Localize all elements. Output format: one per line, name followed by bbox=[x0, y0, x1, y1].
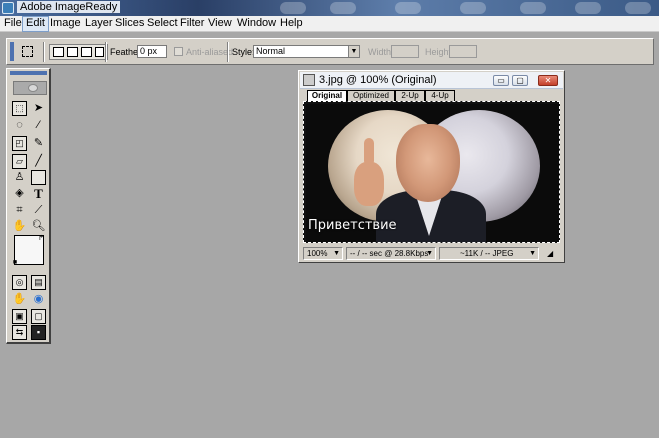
menu-layer[interactable]: Layer bbox=[82, 16, 116, 32]
taskbar-blob bbox=[330, 2, 356, 14]
menu-slices[interactable]: Slices bbox=[112, 16, 147, 32]
type-tool-icon[interactable]: T bbox=[31, 186, 46, 201]
resize-grip-icon[interactable]: ◢ bbox=[547, 249, 557, 259]
separator bbox=[227, 42, 229, 62]
eyedropper-tool-icon[interactable]: ⟋ bbox=[31, 203, 46, 218]
width-label: Width: bbox=[368, 47, 394, 57]
brush-tool-icon[interactable]: ╱ bbox=[31, 154, 46, 169]
slice-select-tool-icon[interactable]: ✎ bbox=[31, 136, 46, 151]
move-tool-icon[interactable]: ➤ bbox=[31, 101, 46, 116]
photo-hand bbox=[354, 162, 384, 206]
zoom-tool-icon[interactable]: 🔍︎ bbox=[31, 219, 46, 234]
chevron-down-icon[interactable]: ▼ bbox=[348, 46, 359, 57]
taskbar-blob bbox=[575, 2, 601, 14]
subtract-selection-icon[interactable] bbox=[81, 47, 92, 57]
height-input[interactable] bbox=[449, 45, 477, 58]
separator bbox=[43, 42, 45, 62]
tab-2-up[interactable]: 2-Up bbox=[395, 90, 425, 101]
standard-screen-mode-icon[interactable]: ▣ bbox=[12, 309, 27, 324]
hand-tool-icon[interactable]: ✋ bbox=[12, 219, 27, 234]
maximize-button[interactable]: ▢ bbox=[512, 75, 528, 86]
document-title-bar[interactable]: 3.jpg @ 100% (Original) ▭ ▢ ✕ bbox=[300, 72, 563, 89]
app-icon bbox=[2, 2, 14, 14]
taskbar-blob bbox=[395, 2, 421, 14]
taskbar-blob bbox=[280, 2, 306, 14]
eye-icon bbox=[28, 84, 38, 92]
toolbox-grip[interactable] bbox=[10, 71, 47, 75]
close-button[interactable]: ✕ bbox=[538, 75, 558, 86]
document-canvas[interactable]: Приветствие bbox=[303, 101, 560, 243]
file-size-value: ~11K / -- JPEG bbox=[460, 249, 514, 258]
style-select[interactable]: Normal ▼ bbox=[253, 45, 360, 58]
options-bar-grip[interactable] bbox=[10, 42, 14, 61]
menu-edit[interactable]: Edit bbox=[22, 16, 49, 32]
width-input[interactable] bbox=[391, 45, 419, 58]
photo-face bbox=[396, 124, 460, 202]
magic-wand-tool-icon[interactable]: ⁄ bbox=[31, 118, 46, 133]
swap-colors-icon[interactable]: ↱ bbox=[37, 235, 45, 243]
menu-image[interactable]: Image bbox=[47, 16, 84, 32]
photo-caption: Приветствие bbox=[308, 218, 397, 233]
download-time-select[interactable]: -- / -- sec @ 28.8Kbps ▼ bbox=[346, 247, 436, 260]
selection-mode-group bbox=[49, 44, 108, 60]
taskbar-blob bbox=[625, 2, 651, 14]
taskbar-blob bbox=[460, 2, 486, 14]
document-photo: Приветствие bbox=[306, 104, 559, 242]
taskbar-blob bbox=[520, 2, 546, 14]
intersect-selection-icon[interactable] bbox=[95, 47, 104, 57]
lasso-tool-icon[interactable]: ◌ bbox=[12, 118, 27, 133]
document-status-bar: 100% ▼ -- / -- sec @ 28.8Kbps ▼ ~11K / -… bbox=[303, 247, 560, 260]
document-window: 3.jpg @ 100% (Original) ▭ ▢ ✕ Original O… bbox=[298, 70, 565, 263]
menu-select[interactable]: Select bbox=[144, 16, 181, 32]
app-title-bar: Adobe ImageReady bbox=[0, 0, 659, 16]
marquee-tool-icon[interactable] bbox=[22, 46, 33, 57]
slice-tool-icon[interactable]: ◰ bbox=[12, 136, 27, 151]
chevron-down-icon: ▼ bbox=[529, 250, 536, 257]
crop-tool-icon[interactable]: ⌗ bbox=[12, 203, 27, 218]
add-selection-icon[interactable] bbox=[67, 47, 78, 57]
jump-to-photoshop-icon[interactable]: ⇆ bbox=[12, 325, 27, 340]
rubber-stamp-tool-icon[interactable]: ♙ bbox=[12, 170, 27, 185]
tab-4-up[interactable]: 4-Up bbox=[425, 90, 455, 101]
document-title: 3.jpg @ 100% (Original) bbox=[319, 74, 437, 86]
menu-filter[interactable]: Filter bbox=[177, 16, 207, 32]
rectangle-tool-icon[interactable] bbox=[31, 170, 46, 185]
style-label: Style: bbox=[232, 47, 255, 57]
image-map-tool-icon[interactable]: ◎ bbox=[12, 275, 27, 290]
anti-aliased-checkbox[interactable] bbox=[174, 47, 183, 56]
app-title: Adobe ImageReady bbox=[17, 1, 121, 13]
rectangular-marquee-tool-icon[interactable]: ⬚ bbox=[12, 101, 27, 116]
zoom-select[interactable]: 100% ▼ bbox=[303, 247, 343, 260]
image-map-select-tool-icon[interactable]: ▤ bbox=[31, 275, 46, 290]
menu-window[interactable]: Window bbox=[234, 16, 279, 32]
toggle-slices-icon[interactable]: ✋ bbox=[12, 292, 27, 307]
default-colors-icon[interactable]: ■ bbox=[11, 259, 19, 267]
style-select-value: Normal bbox=[256, 46, 286, 56]
anti-aliased-label: Anti-aliased bbox=[186, 47, 234, 57]
separator bbox=[105, 42, 107, 62]
options-bar: Feather: 0 px Anti-aliased Style: Normal… bbox=[6, 38, 654, 65]
paint-bucket-tool-icon[interactable]: ◈ bbox=[12, 186, 27, 201]
photo-finger bbox=[364, 138, 374, 166]
toolbox: ⬚ ➤ ◌ ⁄ ◰ ✎ ▱ ╱ ♙ ◈ T ⌗ ⟋ ✋ 🔍︎ ↱ ■ ◎ ▤ ✋… bbox=[6, 68, 51, 344]
toolbox-header-icon[interactable] bbox=[13, 81, 47, 95]
menu-bar: File Edit Image Layer Slices Select Filt… bbox=[0, 16, 659, 32]
menu-view[interactable]: View bbox=[205, 16, 235, 32]
chevron-down-icon: ▼ bbox=[333, 250, 340, 257]
eraser-tool-icon[interactable]: ▱ bbox=[12, 154, 27, 169]
menu-help[interactable]: Help bbox=[277, 16, 306, 32]
preview-in-browser-icon[interactable]: ◉ bbox=[31, 292, 46, 307]
tab-optimized[interactable]: Optimized bbox=[347, 90, 395, 101]
feather-input[interactable]: 0 px bbox=[137, 45, 167, 58]
download-time-value: -- / -- sec @ 28.8Kbps bbox=[350, 249, 429, 258]
minimize-button[interactable]: ▭ bbox=[493, 75, 509, 86]
chevron-down-icon: ▼ bbox=[426, 250, 433, 257]
full-screen-mode-icon[interactable]: ▢ bbox=[31, 309, 46, 324]
new-selection-icon[interactable] bbox=[53, 47, 64, 57]
zoom-value: 100% bbox=[307, 249, 328, 258]
file-size-select[interactable]: ~11K / -- JPEG ▼ bbox=[439, 247, 539, 260]
jump-to-icon[interactable]: ▪ bbox=[31, 325, 46, 340]
document-icon bbox=[303, 74, 315, 86]
